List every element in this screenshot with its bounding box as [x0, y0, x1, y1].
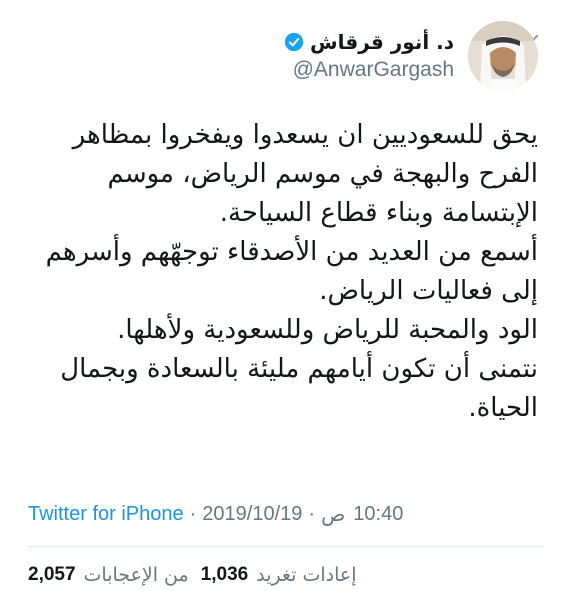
tweet-ampm: ص — [321, 503, 346, 526]
tweet-paragraph: نتمنى أن تكون أيامهم مليئة بالسعادة وبجم… — [60, 354, 538, 423]
meta-separator: · — [308, 502, 316, 525]
tweet-text: يحق للسعوديين ان يسعدوا ويفخروا بمظاهر ا… — [20, 116, 538, 428]
name-row: د. أنور قرقاش — [284, 30, 454, 54]
avatar[interactable] — [468, 20, 538, 91]
tweet-stats: 2,057 من الإعجابات 1,036 إعادات تغريد — [28, 560, 365, 590]
tweet-paragraph: الود والمحبة للرياض وللسعودية ولأهلها. — [117, 315, 538, 345]
tweet-paragraph: يحق للسعوديين ان يسعدوا ويفخروا بمظاهر ا… — [72, 120, 538, 228]
likes-count[interactable]: 2,057 — [28, 564, 76, 586]
author-handle[interactable]: @AnwarGargash — [284, 58, 454, 82]
tweet-meta: Twitter for iPhone · 2019/10/19 · ص 10:4… — [28, 500, 403, 528]
divider — [28, 546, 543, 547]
tweet-source-link[interactable]: Twitter for iPhone — [28, 503, 184, 526]
tweet-header: د. أنور قرقاش @AnwarGargash — [284, 18, 538, 93]
tweet-date[interactable]: 2019/10/19 — [202, 503, 302, 526]
tweet-time[interactable]: 10:40 — [353, 503, 403, 526]
retweets-label[interactable]: إعادات تغريد — [256, 564, 356, 586]
verified-badge-icon — [284, 32, 304, 51]
retweets-count[interactable]: 1,036 — [201, 564, 249, 586]
meta-separator: · — [189, 502, 197, 525]
tweet-card: د. أنور قرقاش @AnwarGargash يحق للسعوديي… — [0, 0, 563, 600]
author-names: د. أنور قرقاش @AnwarGargash — [284, 30, 454, 82]
likes-label[interactable]: من الإعجابات — [84, 564, 189, 586]
author-display-name[interactable]: د. أنور قرقاش — [310, 30, 454, 54]
tweet-paragraph: أسمع من العديد من الأصدقاء توجهّهم وأسره… — [45, 237, 538, 306]
